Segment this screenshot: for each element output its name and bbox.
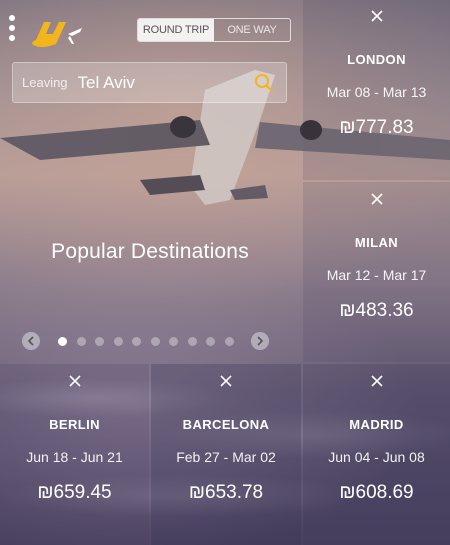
- destination-price: ₪777.83: [339, 117, 414, 138]
- destination-card-berlin[interactable]: BERLIN Jun 18 - Jun 21 ₪659.45: [0, 375, 149, 504]
- carousel-dot[interactable]: [224, 337, 234, 346]
- chevron-left-icon: [27, 336, 34, 346]
- trip-type-toggle[interactable]: ROUND TRIP ONE WAY: [137, 18, 291, 42]
- carousel-next-button[interactable]: [251, 332, 269, 350]
- destination-dates: Mar 12 - Mar 17: [326, 267, 427, 283]
- carousel-dot[interactable]: [76, 337, 86, 346]
- close-icon[interactable]: [370, 10, 383, 22]
- popular-destinations-title: Popular Destinations: [51, 240, 249, 263]
- one-way-option[interactable]: ONE WAY: [214, 19, 290, 41]
- round-trip-option[interactable]: ROUND TRIP: [138, 19, 214, 41]
- leaving-search-field[interactable]: Leaving: [12, 62, 287, 103]
- destination-price: ₪659.45: [37, 482, 112, 503]
- destination-city: MILAN: [354, 235, 399, 250]
- leaving-label: Leaving: [22, 75, 68, 90]
- chevron-right-icon: [257, 336, 264, 346]
- destination-dates: Mar 08 - Mar 13: [326, 84, 427, 100]
- carousel-dot[interactable]: [150, 337, 160, 346]
- destination-city: BARCELONA: [182, 417, 270, 432]
- destination-price: ₪653.78: [188, 482, 264, 503]
- destination-card-milan[interactable]: MILAN Mar 12 - Mar 17 ₪483.36: [303, 193, 450, 322]
- close-icon[interactable]: [370, 193, 383, 205]
- carousel-dots: [58, 337, 234, 346]
- destination-card-london[interactable]: LONDON Mar 08 - Mar 13 ₪777.83: [303, 10, 450, 139]
- carousel-dot[interactable]: [95, 337, 104, 346]
- destination-dates: Jun 18 - Jun 21: [26, 449, 123, 465]
- carousel-dot[interactable]: [132, 337, 141, 346]
- destination-city: BERLIN: [49, 417, 100, 432]
- destination-card-barcelona[interactable]: BARCELONA Feb 27 - Mar 02 ₪653.78: [151, 375, 301, 504]
- carousel-dot[interactable]: [113, 337, 123, 346]
- carousel-dot[interactable]: [206, 337, 215, 346]
- carousel-prev-button[interactable]: [22, 332, 40, 350]
- close-icon[interactable]: [220, 375, 232, 387]
- brand-logo: [32, 22, 82, 47]
- destination-price: ₪608.69: [339, 482, 414, 503]
- close-icon[interactable]: [68, 375, 81, 387]
- carousel-dot[interactable]: [58, 337, 67, 346]
- close-icon[interactable]: [370, 375, 383, 387]
- carousel-dot[interactable]: [169, 337, 178, 346]
- destination-city: LONDON: [347, 52, 406, 67]
- destination-dates: Jun 04 - Jun 08: [328, 449, 425, 465]
- destination-price: ₪483.36: [339, 300, 414, 321]
- carousel-dot[interactable]: [187, 337, 197, 346]
- leaving-input[interactable]: [77, 72, 248, 93]
- destination-dates: Feb 27 - Mar 02: [176, 449, 276, 465]
- destination-city: MADRID: [349, 417, 404, 432]
- menu-icon[interactable]: [7, 15, 17, 47]
- destination-card-madrid[interactable]: MADRID Jun 04 - Jun 08 ₪608.69: [303, 375, 450, 504]
- search-icon[interactable]: [254, 73, 274, 93]
- carousel-pager: [22, 332, 272, 350]
